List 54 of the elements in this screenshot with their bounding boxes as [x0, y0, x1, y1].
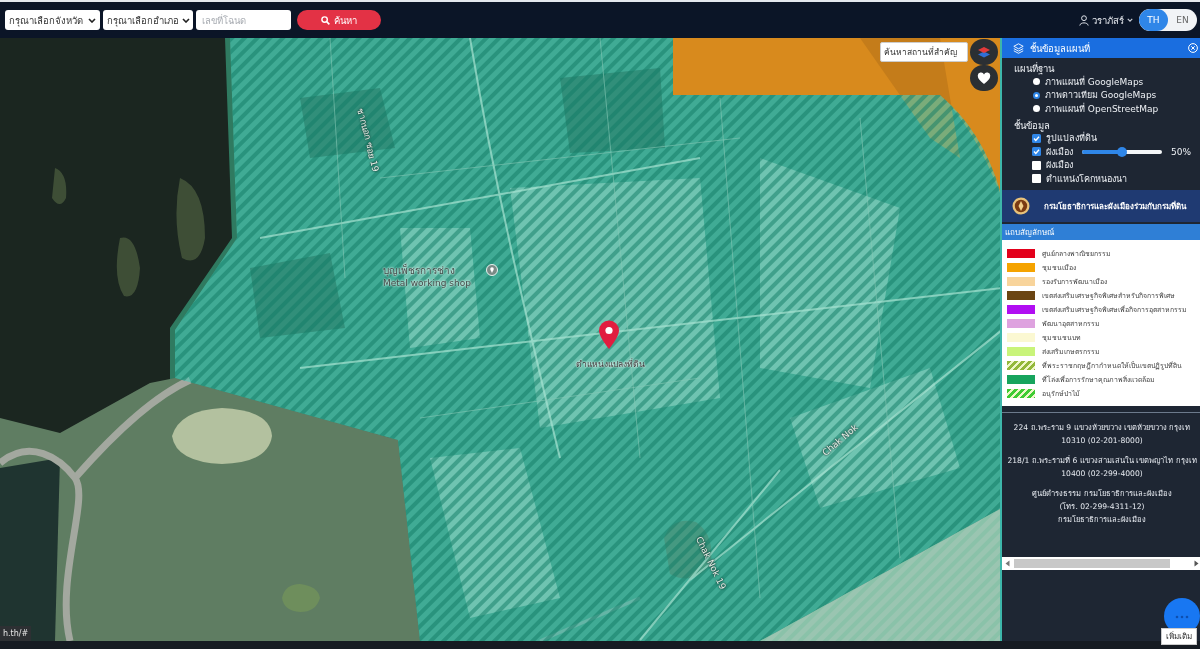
- checkbox[interactable]: [1032, 160, 1041, 170]
- close-icon[interactable]: [1188, 43, 1198, 53]
- panel-title: ชั้นข้อมูลแผนที่: [1030, 41, 1091, 56]
- scroll-left-icon[interactable]: [1005, 560, 1010, 567]
- road-label: Chak Nok 19: [693, 535, 729, 591]
- radio-button[interactable]: [1033, 78, 1040, 86]
- province-select[interactable]: กรุณาเลือกจังหวัด: [5, 10, 100, 30]
- scrollbar-thumb[interactable]: [1014, 559, 1170, 568]
- road-label: ชากนอก ซอย 19: [354, 106, 382, 174]
- radio-label[interactable]: ภาพดาวเทียม GoogleMaps: [1045, 88, 1157, 103]
- checkbox[interactable]: [1032, 147, 1041, 157]
- radio-label[interactable]: ภาพแผนที่ OpenStreetMap: [1045, 101, 1159, 116]
- language-option[interactable]: EN: [1168, 9, 1197, 31]
- place-label: Metal working shop: [383, 278, 471, 288]
- search-icon: [321, 15, 330, 25]
- checkbox[interactable]: [1032, 174, 1041, 184]
- layer-label[interactable]: รูปแปลงที่ดิน: [1046, 131, 1097, 146]
- section-heading: ชั้นข้อมูล: [1014, 118, 1050, 132]
- caret-icon: [182, 17, 190, 23]
- layers-icon: [977, 45, 991, 59]
- slider-thumb[interactable]: [1117, 146, 1127, 157]
- radio-button[interactable]: [1033, 91, 1040, 99]
- radio-label[interactable]: ภาพแผนที่ GoogleMaps: [1045, 74, 1144, 89]
- status-url: h.th/#: [0, 626, 32, 641]
- layers-icon: [1013, 42, 1024, 54]
- place-label: บุญเพ็ชรการช่าง: [383, 263, 455, 278]
- user-icon: [1079, 14, 1089, 26]
- dots-icon: [1175, 615, 1189, 619]
- banner-text: กรมโยธาธิการและผังเมืองร่วมกับกรมที่ดิน: [1044, 200, 1186, 213]
- more-tooltip: เพิ่มเติม: [1161, 628, 1197, 645]
- checkbox[interactable]: [1032, 133, 1041, 143]
- horizontal-scrollbar[interactable]: [1002, 557, 1200, 570]
- opacity-slider[interactable]: [1082, 146, 1162, 157]
- place-search-field[interactable]: ค้นหาสถานที่สำคัญ: [880, 42, 968, 62]
- language-option[interactable]: TH: [1139, 9, 1168, 31]
- radio-button[interactable]: [1033, 105, 1040, 113]
- user-menu[interactable]: วราภัสร์: [1079, 12, 1133, 28]
- slider-reading: 50%: [1171, 146, 1191, 157]
- section-heading: แผนที่ฐาน: [1014, 62, 1054, 75]
- search-button[interactable]: ค้นหา: [297, 10, 381, 30]
- location-pin-icon[interactable]: [598, 320, 620, 350]
- place-marker-icon[interactable]: [486, 264, 498, 276]
- marker-label: ตำแหน่งแปลงที่ดิน: [575, 357, 645, 371]
- emblem-icon: [1012, 197, 1030, 215]
- caret-icon: [1127, 18, 1133, 22]
- layer-label[interactable]: ตำแหน่งโคกหนองนา: [1046, 171, 1127, 186]
- caret-icon: [88, 17, 96, 23]
- layer-label[interactable]: ผังเมือง: [1046, 144, 1073, 159]
- deed-number-field[interactable]: เลขที่โฉนด: [196, 10, 291, 30]
- scroll-right-icon[interactable]: [1194, 560, 1199, 567]
- layer-label[interactable]: ผังเมือง: [1046, 158, 1073, 173]
- legend-header: แถบสัญลักษณ์: [1002, 224, 1200, 240]
- district-select[interactable]: กรุณาเลือกอำเภอ: [103, 10, 193, 30]
- heart-icon: [977, 71, 991, 85]
